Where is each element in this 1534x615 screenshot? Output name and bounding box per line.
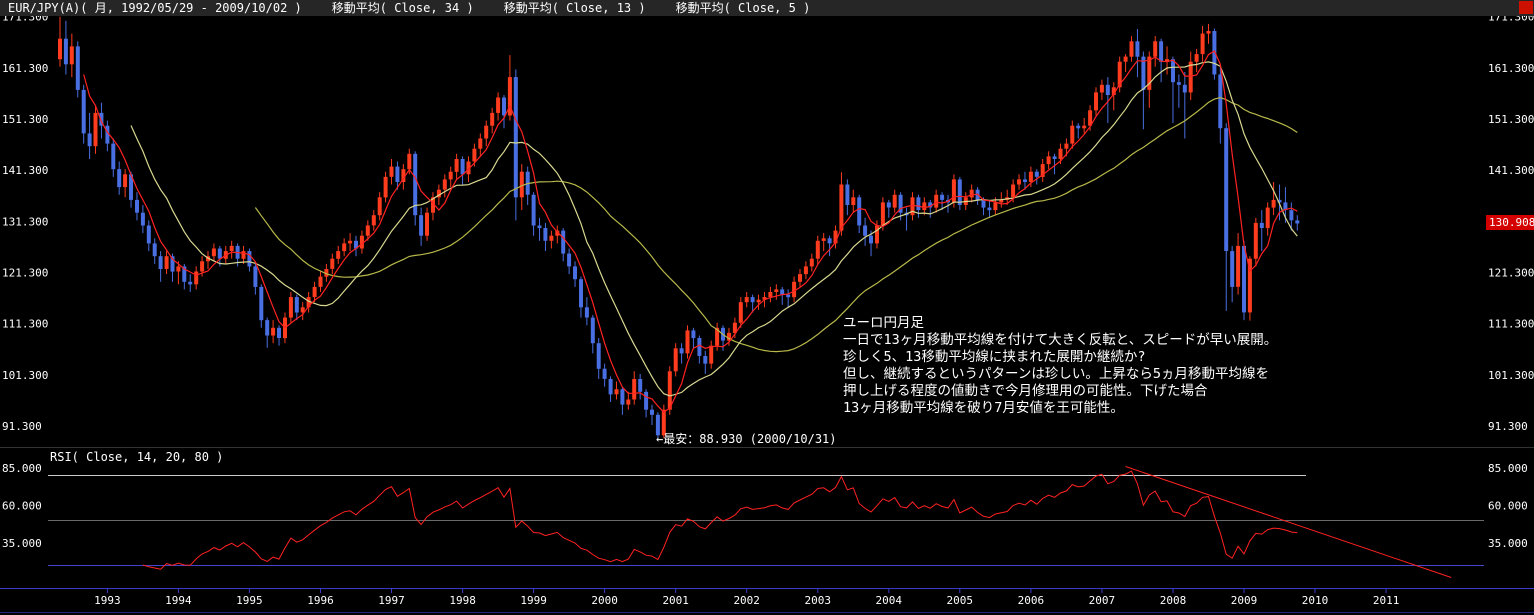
year-label: 1995 [236,594,263,607]
year-label: 1999 [520,594,547,607]
year-label: 2008 [1160,594,1187,607]
rsi-axis-label-right: 85.000 [1488,462,1528,475]
year-label: 2011 [1373,594,1400,607]
year-label: 2005 [947,594,974,607]
price-axis-label-right: 121.300 [1488,267,1534,280]
year-label: 1996 [307,594,334,607]
price-axis-label-right: 151.300 [1488,113,1534,126]
year-label: 2000 [591,594,618,607]
commentary-line: 押し上げる程度の値動きで今月修理用の可能性。下げた場合 [843,383,1208,399]
chart-canvas[interactable]: 171.300 171.300161.300 161.300151.300 151.3… [0,0,1534,615]
year-label: 1998 [449,594,476,607]
price-axis-label-left: 101.300 [2,369,48,382]
price-axis-label-left: 161.300 [2,62,48,75]
commentary-line: 珍しく5、13移動平均線に挟まれた展開か継続か? [843,349,1146,365]
current-price-tag: 130.908 [1486,215,1534,230]
rsi-axis-label-left: 60.000 [2,500,42,513]
price-axis-label-right: 101.300 [1488,369,1534,382]
alert-marker [1519,1,1533,14]
price-axis-label-left: 151.300 [2,113,48,126]
chart-window: EUR/JPY(A)( 月, 1992/05/29 - 2009/10/02 )… [0,0,1534,615]
year-label: 2004 [876,594,903,607]
year-label: 2010 [1302,594,1329,607]
current-price-value: 130.908 [1489,216,1534,229]
ma34-label: 移動平均( Close, 34 ) [331,1,474,15]
price-axis-label-left: 91.300 [2,420,42,433]
rsi-axis-label-left: 85.000 [2,462,42,475]
rsi-chart-area[interactable] [48,450,1484,586]
ma13-label: 移動平均( Close, 13 ) [503,1,646,15]
price-axis-label-right: 91.300 [1488,420,1528,433]
year-label: 2003 [805,594,832,607]
commentary-line: 但し、継続するというパターンは珍しい。上昇なら5ヵ月移動平均線を [843,366,1269,382]
price-axis-label-left: 121.300 [2,267,48,280]
year-label: 1993 [94,594,121,607]
year-label: 1994 [165,594,192,607]
year-label: 2007 [1089,594,1116,607]
chart-header: EUR/JPY(A)( 月, 1992/05/29 - 2009/10/02 )… [0,0,1534,16]
price-axis-label-left: 131.300 [2,215,48,228]
price-axis-label-left: 141.300 [2,164,48,177]
commentary-line: 一日で13ヶ月移動平均線を付けて大きく反転と、スピードが早い展開。 [843,332,1278,348]
low-annotation: ←最安：88.930 (2000/10/31) [656,432,837,446]
year-label: 2001 [662,594,689,607]
rsi-axis-label-right: 35.000 [1488,537,1528,550]
year-label: 2009 [1231,594,1258,607]
price-axis-label-left: 111.300 [2,318,48,331]
price-axis-label-right: 111.300 [1488,318,1534,331]
year-label: 1997 [378,594,405,607]
commentary-line: ユーロ円月足 [843,315,924,331]
commentary-text: ユーロ円月足 一日で13ヶ月移動平均線を付けて大きく反転と、スピードが早い展開。… [843,315,1277,417]
year-label: 2002 [733,594,760,607]
rsi-label: RSI( Close, 14, 20, 80 ) [50,450,224,464]
rsi-axis-label-right: 60.000 [1488,500,1528,513]
price-axis-label-right: 161.300 [1488,62,1534,75]
year-label: 2006 [1018,594,1045,607]
commentary-line: 13ヶ月移動平均線を破り7月安値を王可能性。 [843,400,1124,416]
ma5-label: 移動平均( Close, 5 ) [675,1,811,15]
price-axis-label-right: 141.300 [1488,164,1534,177]
instrument-title: EUR/JPY(A)( 月, 1992/05/29 - 2009/10/02 ) [8,1,302,15]
rsi-axis-label-left: 35.000 [2,537,42,550]
